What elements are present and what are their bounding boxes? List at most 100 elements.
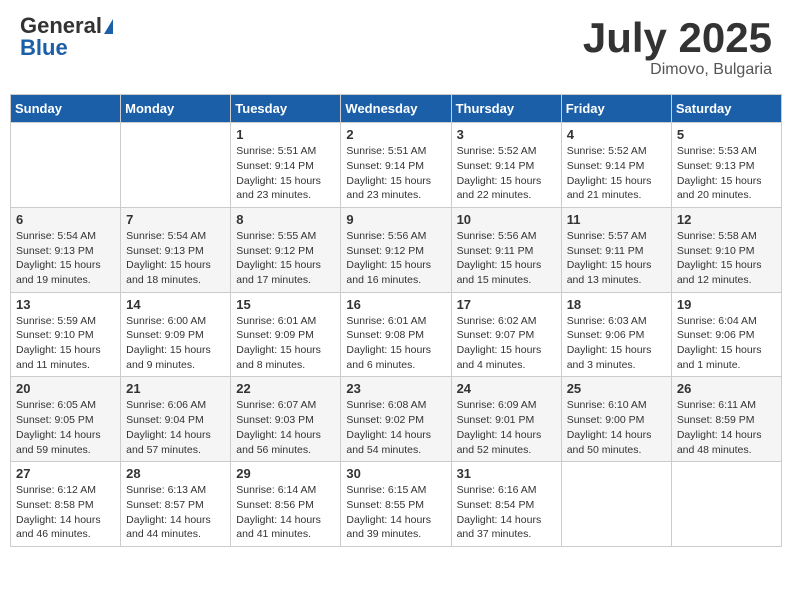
day-number: 18	[567, 297, 666, 312]
calendar-cell: 20 Sunrise: 6:05 AMSunset: 9:05 PMDaylig…	[11, 377, 121, 462]
day-number: 7	[126, 212, 225, 227]
calendar-cell: 22 Sunrise: 6:07 AMSunset: 9:03 PMDaylig…	[231, 377, 341, 462]
calendar-cell: 18 Sunrise: 6:03 AMSunset: 9:06 PMDaylig…	[561, 292, 671, 377]
calendar-cell: 3 Sunrise: 5:52 AMSunset: 9:14 PMDayligh…	[451, 123, 561, 208]
day-number: 29	[236, 466, 335, 481]
day-number: 24	[457, 381, 556, 396]
day-detail: Sunrise: 6:11 AMSunset: 8:59 PMDaylight:…	[677, 398, 776, 457]
day-detail: Sunrise: 6:02 AMSunset: 9:07 PMDaylight:…	[457, 314, 556, 373]
day-detail: Sunrise: 5:51 AMSunset: 9:14 PMDaylight:…	[346, 144, 445, 203]
day-number: 19	[677, 297, 776, 312]
col-sunday: Sunday	[11, 95, 121, 123]
day-number: 3	[457, 127, 556, 142]
calendar-cell: 4 Sunrise: 5:52 AMSunset: 9:14 PMDayligh…	[561, 123, 671, 208]
calendar-cell	[121, 123, 231, 208]
day-detail: Sunrise: 6:00 AMSunset: 9:09 PMDaylight:…	[126, 314, 225, 373]
day-detail: Sunrise: 6:10 AMSunset: 9:00 PMDaylight:…	[567, 398, 666, 457]
calendar-cell: 15 Sunrise: 6:01 AMSunset: 9:09 PMDaylig…	[231, 292, 341, 377]
calendar-cell: 7 Sunrise: 5:54 AMSunset: 9:13 PMDayligh…	[121, 207, 231, 292]
day-detail: Sunrise: 6:04 AMSunset: 9:06 PMDaylight:…	[677, 314, 776, 373]
day-number: 4	[567, 127, 666, 142]
calendar-week-row: 1 Sunrise: 5:51 AMSunset: 9:14 PMDayligh…	[11, 123, 782, 208]
day-number: 16	[346, 297, 445, 312]
day-detail: Sunrise: 5:52 AMSunset: 9:14 PMDaylight:…	[457, 144, 556, 203]
calendar-cell: 9 Sunrise: 5:56 AMSunset: 9:12 PMDayligh…	[341, 207, 451, 292]
col-friday: Friday	[561, 95, 671, 123]
day-number: 5	[677, 127, 776, 142]
page-header: General Blue July 2025 Dimovo, Bulgaria	[10, 10, 782, 84]
calendar-cell: 30 Sunrise: 6:15 AMSunset: 8:55 PMDaylig…	[341, 462, 451, 547]
day-number: 22	[236, 381, 335, 396]
day-number: 2	[346, 127, 445, 142]
calendar-location: Dimovo, Bulgaria	[583, 61, 772, 79]
day-detail: Sunrise: 6:13 AMSunset: 8:57 PMDaylight:…	[126, 483, 225, 542]
calendar-cell: 14 Sunrise: 6:00 AMSunset: 9:09 PMDaylig…	[121, 292, 231, 377]
calendar-cell	[11, 123, 121, 208]
day-detail: Sunrise: 6:14 AMSunset: 8:56 PMDaylight:…	[236, 483, 335, 542]
day-detail: Sunrise: 6:06 AMSunset: 9:04 PMDaylight:…	[126, 398, 225, 457]
day-detail: Sunrise: 6:12 AMSunset: 8:58 PMDaylight:…	[16, 483, 115, 542]
day-number: 11	[567, 212, 666, 227]
col-monday: Monday	[121, 95, 231, 123]
day-detail: Sunrise: 6:01 AMSunset: 9:09 PMDaylight:…	[236, 314, 335, 373]
day-number: 17	[457, 297, 556, 312]
day-detail: Sunrise: 6:08 AMSunset: 9:02 PMDaylight:…	[346, 398, 445, 457]
day-number: 12	[677, 212, 776, 227]
day-detail: Sunrise: 6:05 AMSunset: 9:05 PMDaylight:…	[16, 398, 115, 457]
day-number: 13	[16, 297, 115, 312]
calendar-week-row: 13 Sunrise: 5:59 AMSunset: 9:10 PMDaylig…	[11, 292, 782, 377]
day-detail: Sunrise: 6:15 AMSunset: 8:55 PMDaylight:…	[346, 483, 445, 542]
day-detail: Sunrise: 5:56 AMSunset: 9:11 PMDaylight:…	[457, 229, 556, 288]
day-number: 21	[126, 381, 225, 396]
calendar-week-row: 6 Sunrise: 5:54 AMSunset: 9:13 PMDayligh…	[11, 207, 782, 292]
calendar-table: Sunday Monday Tuesday Wednesday Thursday…	[10, 94, 782, 547]
day-detail: Sunrise: 5:56 AMSunset: 9:12 PMDaylight:…	[346, 229, 445, 288]
col-saturday: Saturday	[671, 95, 781, 123]
calendar-cell	[671, 462, 781, 547]
calendar-cell: 31 Sunrise: 6:16 AMSunset: 8:54 PMDaylig…	[451, 462, 561, 547]
calendar-cell: 6 Sunrise: 5:54 AMSunset: 9:13 PMDayligh…	[11, 207, 121, 292]
calendar-cell: 16 Sunrise: 6:01 AMSunset: 9:08 PMDaylig…	[341, 292, 451, 377]
day-number: 6	[16, 212, 115, 227]
day-detail: Sunrise: 5:57 AMSunset: 9:11 PMDaylight:…	[567, 229, 666, 288]
calendar-cell: 26 Sunrise: 6:11 AMSunset: 8:59 PMDaylig…	[671, 377, 781, 462]
logo: General Blue	[20, 15, 113, 59]
calendar-cell: 11 Sunrise: 5:57 AMSunset: 9:11 PMDaylig…	[561, 207, 671, 292]
day-number: 9	[346, 212, 445, 227]
day-detail: Sunrise: 5:55 AMSunset: 9:12 PMDaylight:…	[236, 229, 335, 288]
calendar-cell: 27 Sunrise: 6:12 AMSunset: 8:58 PMDaylig…	[11, 462, 121, 547]
day-detail: Sunrise: 5:59 AMSunset: 9:10 PMDaylight:…	[16, 314, 115, 373]
calendar-cell: 24 Sunrise: 6:09 AMSunset: 9:01 PMDaylig…	[451, 377, 561, 462]
calendar-cell: 5 Sunrise: 5:53 AMSunset: 9:13 PMDayligh…	[671, 123, 781, 208]
calendar-cell: 17 Sunrise: 6:02 AMSunset: 9:07 PMDaylig…	[451, 292, 561, 377]
calendar-cell	[561, 462, 671, 547]
day-number: 10	[457, 212, 556, 227]
day-number: 8	[236, 212, 335, 227]
day-detail: Sunrise: 5:54 AMSunset: 9:13 PMDaylight:…	[16, 229, 115, 288]
calendar-cell: 29 Sunrise: 6:14 AMSunset: 8:56 PMDaylig…	[231, 462, 341, 547]
day-number: 27	[16, 466, 115, 481]
calendar-week-row: 20 Sunrise: 6:05 AMSunset: 9:05 PMDaylig…	[11, 377, 782, 462]
calendar-cell: 10 Sunrise: 5:56 AMSunset: 9:11 PMDaylig…	[451, 207, 561, 292]
calendar-cell: 8 Sunrise: 5:55 AMSunset: 9:12 PMDayligh…	[231, 207, 341, 292]
day-detail: Sunrise: 6:01 AMSunset: 9:08 PMDaylight:…	[346, 314, 445, 373]
logo-general-text: General	[20, 15, 102, 37]
calendar-cell: 28 Sunrise: 6:13 AMSunset: 8:57 PMDaylig…	[121, 462, 231, 547]
day-detail: Sunrise: 5:52 AMSunset: 9:14 PMDaylight:…	[567, 144, 666, 203]
day-detail: Sunrise: 6:16 AMSunset: 8:54 PMDaylight:…	[457, 483, 556, 542]
day-number: 30	[346, 466, 445, 481]
day-detail: Sunrise: 5:53 AMSunset: 9:13 PMDaylight:…	[677, 144, 776, 203]
calendar-cell: 1 Sunrise: 5:51 AMSunset: 9:14 PMDayligh…	[231, 123, 341, 208]
logo-triangle-icon	[104, 19, 113, 34]
day-detail: Sunrise: 6:07 AMSunset: 9:03 PMDaylight:…	[236, 398, 335, 457]
calendar-title: July 2025	[583, 15, 772, 61]
calendar-header-row: Sunday Monday Tuesday Wednesday Thursday…	[11, 95, 782, 123]
day-number: 26	[677, 381, 776, 396]
day-detail: Sunrise: 5:54 AMSunset: 9:13 PMDaylight:…	[126, 229, 225, 288]
day-number: 31	[457, 466, 556, 481]
day-detail: Sunrise: 6:03 AMSunset: 9:06 PMDaylight:…	[567, 314, 666, 373]
calendar-cell: 2 Sunrise: 5:51 AMSunset: 9:14 PMDayligh…	[341, 123, 451, 208]
calendar-cell: 19 Sunrise: 6:04 AMSunset: 9:06 PMDaylig…	[671, 292, 781, 377]
col-thursday: Thursday	[451, 95, 561, 123]
day-number: 25	[567, 381, 666, 396]
